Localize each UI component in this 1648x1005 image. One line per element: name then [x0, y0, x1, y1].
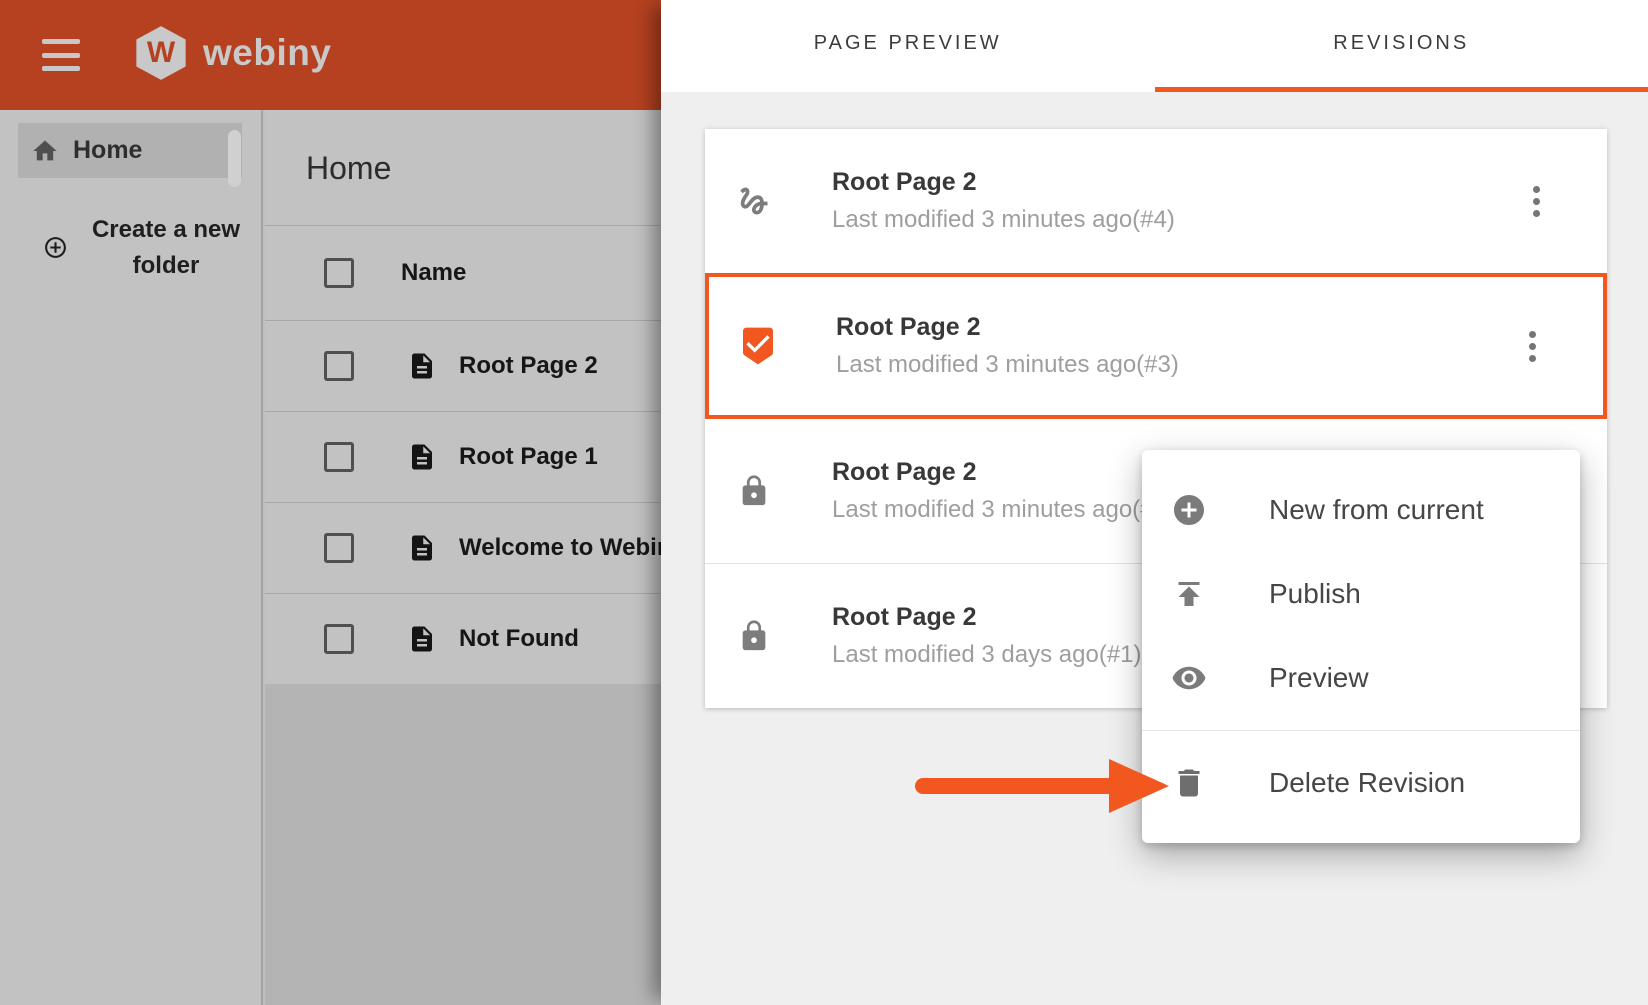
page-name: Root Page 1	[459, 443, 598, 471]
revision-title: Root Page 2	[832, 603, 1142, 632]
table-row[interactable]: Root Page 1	[265, 411, 661, 502]
menu-item-preview[interactable]: Preview	[1142, 636, 1580, 720]
page-name: Root Page 2	[459, 352, 598, 380]
table-row[interactable]: Welcome to Webiny	[265, 502, 661, 593]
revision-subtitle: Last modified 3 days ago(#1)	[832, 641, 1142, 669]
home-icon	[31, 137, 59, 165]
hamburger-menu-icon[interactable]	[42, 39, 80, 71]
app-name: webiny	[203, 32, 331, 74]
menu-item-publish[interactable]: Publish	[1142, 552, 1580, 636]
menu-divider	[1142, 730, 1580, 731]
menu-item-delete-revision[interactable]: Delete Revision	[1142, 741, 1580, 825]
revision-item[interactable]: Root Page 2 Last modified 3 minutes ago(…	[705, 129, 1607, 273]
tab-page-preview[interactable]: PAGE PREVIEW	[661, 0, 1155, 92]
sidebar-item-label: Home	[73, 136, 142, 165]
revision-title: Root Page 2	[832, 168, 1175, 197]
menu-item-label: New from current	[1269, 494, 1484, 526]
page-document-icon	[407, 533, 437, 563]
table-row[interactable]: Root Page 2	[265, 320, 661, 411]
logo-letter: W	[133, 23, 189, 83]
menu-item-label: Delete Revision	[1269, 767, 1465, 799]
tab-revisions[interactable]: REVISIONS	[1155, 0, 1648, 92]
menu-item-label: Preview	[1269, 662, 1369, 694]
menu-item-new-from-current[interactable]: New from current	[1142, 468, 1580, 552]
eye-icon	[1171, 660, 1207, 696]
page-title: Home	[306, 150, 391, 187]
published-shield-icon	[738, 326, 778, 366]
folders-sidebar: Home Create a new folder	[0, 110, 263, 1005]
empty-area	[265, 684, 661, 1005]
webiny-hexagon-icon: W	[133, 23, 189, 83]
webiny-page-builder: W webiny Home Create a new folder Home N…	[0, 0, 1648, 1005]
add-circle-outline-icon	[43, 235, 68, 260]
revision-subtitle: Last modified 3 minutes ago(#3)	[836, 351, 1179, 379]
pointer-arrow-icon	[905, 752, 1175, 820]
publish-icon	[1171, 576, 1207, 612]
page-name: Not Found	[459, 625, 579, 653]
add-circle-icon	[1171, 492, 1207, 528]
sidebar-scrollbar-thumb[interactable]	[228, 130, 241, 187]
drawer-tabs: PAGE PREVIEW REVISIONS	[661, 0, 1648, 92]
app-header: W webiny	[0, 0, 663, 110]
more-vert-icon[interactable]	[1523, 181, 1549, 221]
page-name: Welcome to Webiny	[459, 534, 661, 562]
pages-list-panel: Home Name Root Page 2 Root Page 1 Welcom…	[265, 110, 661, 1005]
row-checkbox[interactable]	[324, 442, 354, 472]
row-checkbox[interactable]	[324, 624, 354, 654]
locked-icon	[734, 474, 774, 508]
sidebar-item-label: Create a new folder	[82, 212, 250, 284]
revision-item-selected[interactable]: Root Page 2 Last modified 3 minutes ago(…	[705, 273, 1607, 419]
revision-subtitle: Last modified 3 minutes ago(#2)	[832, 496, 1175, 524]
page-document-icon	[407, 351, 437, 381]
page-document-icon	[407, 442, 437, 472]
locked-icon	[734, 619, 774, 653]
webiny-logo: W webiny	[133, 23, 331, 83]
revision-context-menu: New from current Publish Preview Delete …	[1142, 450, 1580, 843]
page-document-icon	[407, 624, 437, 654]
menu-item-label: Publish	[1269, 578, 1361, 610]
gesture-draft-icon	[734, 183, 774, 219]
select-all-checkbox[interactable]	[324, 258, 354, 288]
sidebar-item-create-folder[interactable]: Create a new folder	[0, 190, 250, 305]
table-row[interactable]: Not Found	[265, 593, 661, 684]
more-vert-icon[interactable]	[1519, 326, 1545, 366]
revision-subtitle: Last modified 3 minutes ago(#4)	[832, 206, 1175, 234]
sidebar-item-home[interactable]: Home	[18, 123, 242, 178]
column-header-name: Name	[401, 259, 466, 287]
row-checkbox[interactable]	[324, 533, 354, 563]
trash-icon	[1171, 765, 1207, 801]
revision-title: Root Page 2	[836, 313, 1179, 342]
table-header-row: Name	[265, 225, 661, 320]
revision-title: Root Page 2	[832, 458, 1175, 487]
row-checkbox[interactable]	[324, 351, 354, 381]
